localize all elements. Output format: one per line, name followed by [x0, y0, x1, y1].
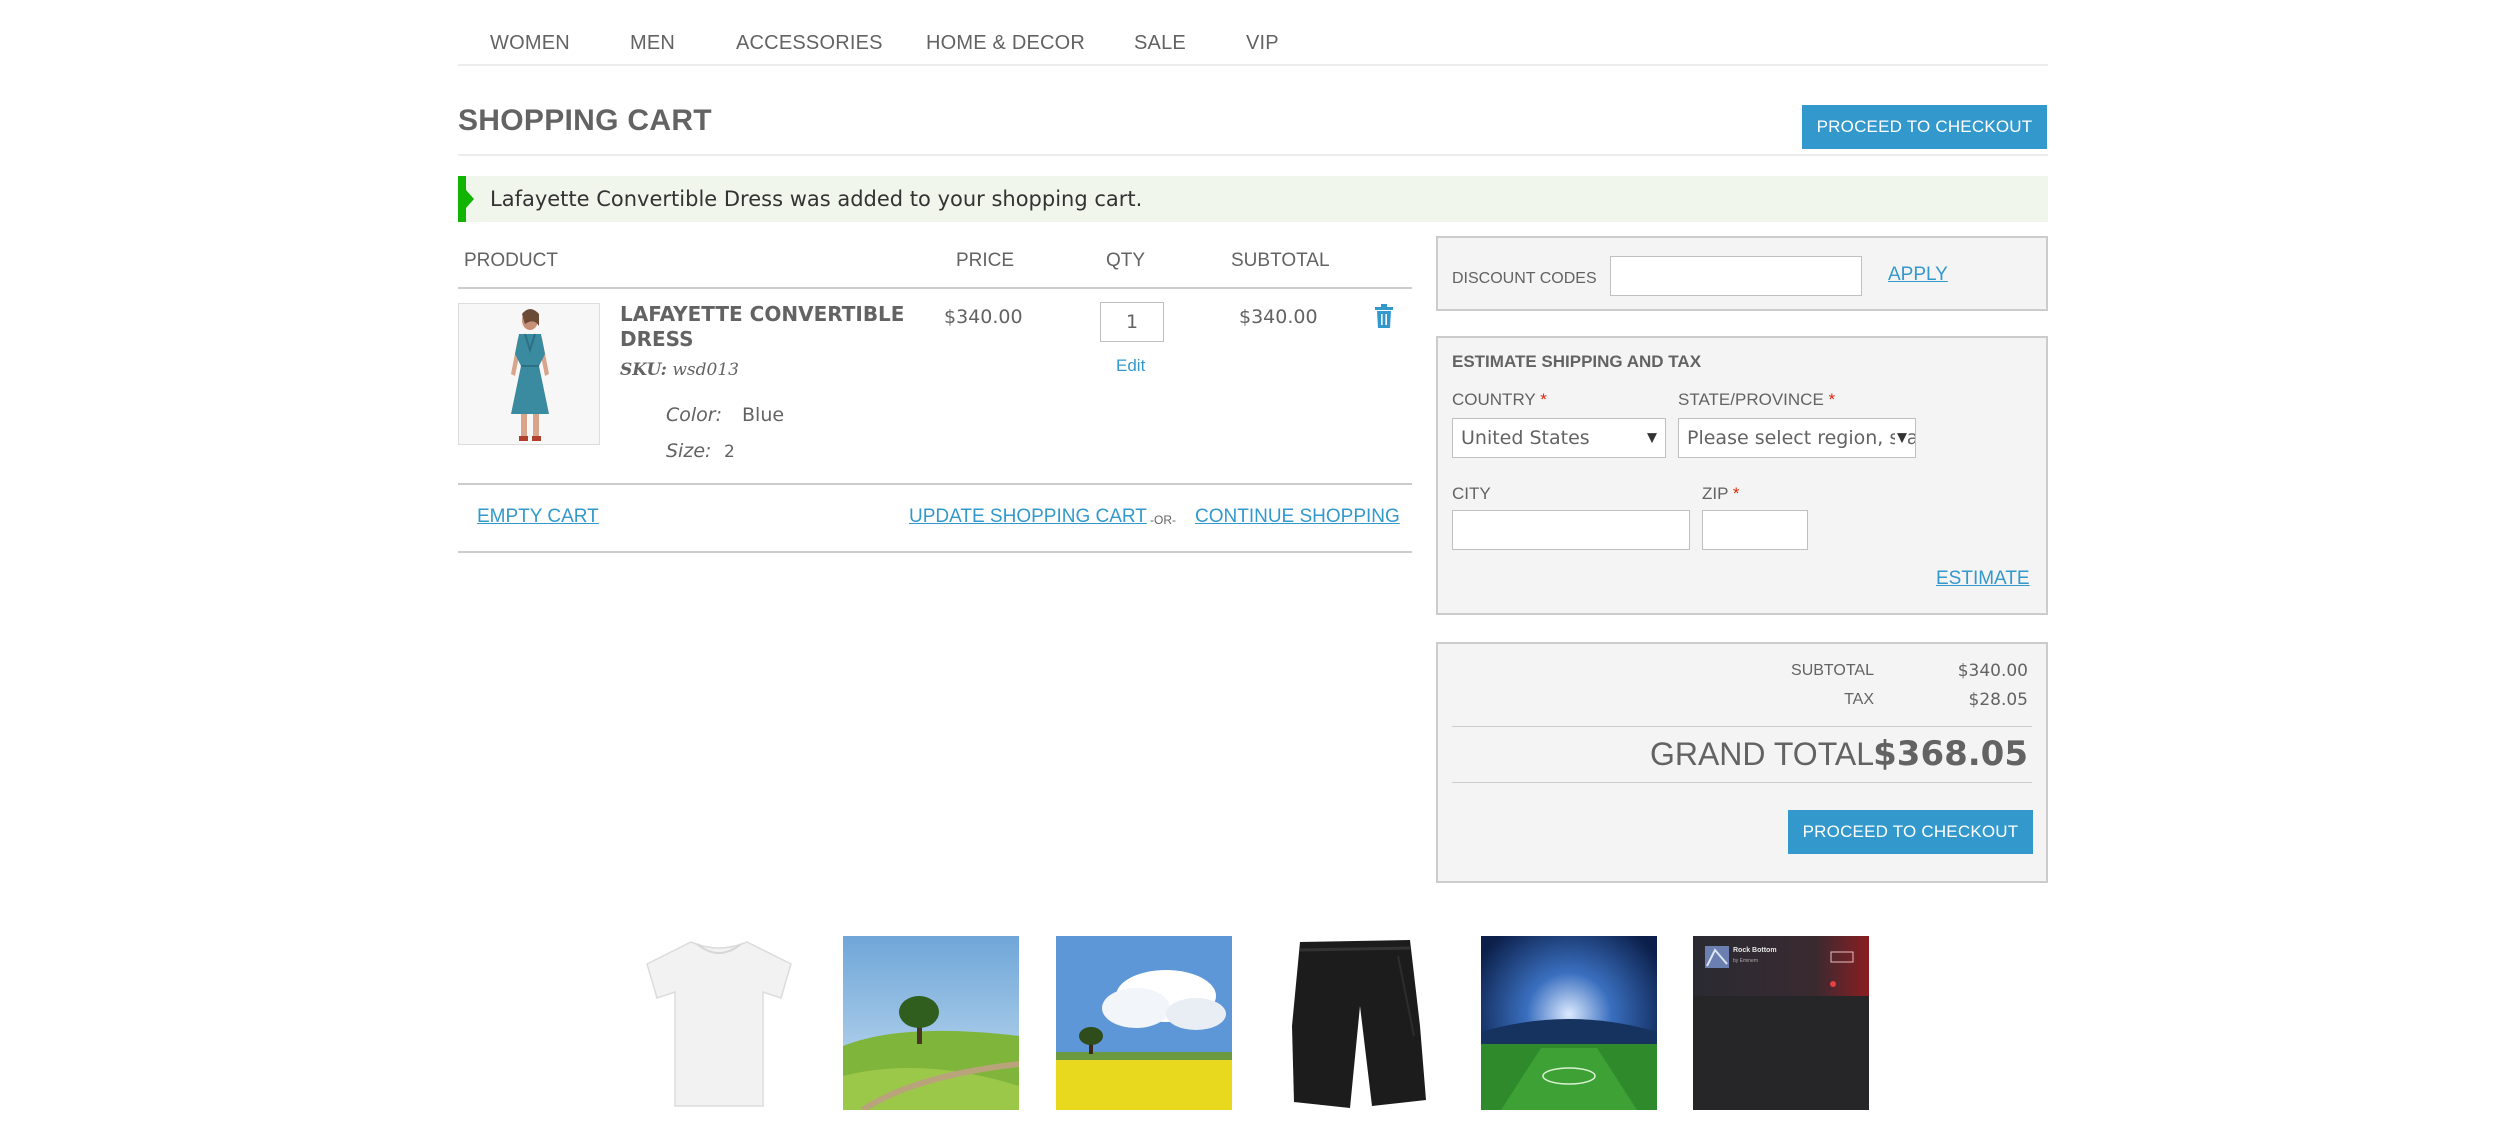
sku-label: SKU:: [620, 360, 667, 380]
dress-image: [459, 304, 599, 444]
edit-item-link[interactable]: Edit: [1116, 356, 1145, 376]
col-header-subtotal: SUBTOTAL: [1231, 250, 1330, 271]
product-sku: SKU: wsd013: [620, 360, 739, 380]
discount-panel: DISCOUNT CODES APPLY: [1436, 236, 2048, 311]
zip-label-text: ZIP: [1702, 484, 1729, 503]
required-mark: *: [1828, 390, 1836, 409]
album-image: [1693, 936, 1869, 1110]
album-title: Rock Bottom: [1733, 947, 1777, 954]
required-mark: *: [1540, 390, 1547, 409]
divider: [458, 154, 2048, 156]
thumbnail-white-tshirt[interactable]: [631, 936, 807, 1110]
divider: [458, 483, 1412, 485]
product-image[interactable]: [458, 303, 600, 445]
shorts-image: [1268, 936, 1444, 1110]
color-value: Blue: [742, 404, 785, 426]
grand-total-value: $368.05: [1873, 734, 2028, 774]
thumbnail-tree-in-field[interactable]: [1056, 936, 1232, 1110]
zip-label: ZIP *: [1702, 484, 1740, 504]
thumbnail-black-shorts[interactable]: [1268, 936, 1444, 1110]
grand-total-label: GRAND TOTAL: [1649, 736, 1874, 772]
sku-value: wsd013: [672, 360, 739, 380]
estimate-link[interactable]: ESTIMATE: [1936, 568, 2030, 590]
shipping-estimate-panel: ESTIMATE SHIPPING AND TAX COUNTRY * Unit…: [1436, 336, 2048, 615]
field-landscape-image: [1056, 936, 1232, 1110]
required-mark: *: [1732, 484, 1740, 503]
proceed-to-checkout-button[interactable]: PROCEED TO CHECKOUT: [1788, 810, 2033, 854]
divider: [1452, 782, 2032, 783]
state-label: STATE/PROVINCE *: [1678, 390, 1835, 410]
nav-item-accessories[interactable]: ACCESSORIES: [736, 32, 883, 55]
divider: [458, 287, 1412, 289]
col-header-price: PRICE: [956, 250, 1015, 271]
empty-cart-link[interactable]: EMPTY CART: [477, 506, 599, 528]
thumbnail-tree-on-hill[interactable]: [843, 936, 1019, 1110]
state-label-text: STATE/PROVINCE: [1678, 390, 1824, 409]
item-price: $340.00: [944, 306, 1023, 328]
page-title: SHOPPING CART: [458, 104, 712, 137]
tshirt-image: [631, 936, 807, 1110]
nav-item-home-decor[interactable]: HOME & DECOR: [926, 32, 1085, 55]
shipping-title: ESTIMATE SHIPPING AND TAX: [1452, 352, 1702, 371]
or-separator: -OR-: [1150, 513, 1176, 527]
continue-shopping-link[interactable]: CONTINUE SHOPPING: [1195, 506, 1400, 528]
chevron-down-icon: ▼: [1647, 430, 1657, 446]
subtotal-label: SUBTOTAL: [1791, 662, 1874, 679]
success-arrow-icon: [466, 190, 474, 208]
nav-item-men[interactable]: MEN: [630, 32, 675, 55]
quantity-input[interactable]: [1100, 302, 1164, 342]
color-label: Color:: [666, 404, 723, 426]
state-value: Please select region, state or province: [1687, 427, 1915, 449]
zip-input[interactable]: [1702, 510, 1808, 550]
country-label: COUNTRY *: [1452, 390, 1547, 410]
country-select[interactable]: United States ▼: [1452, 418, 1666, 458]
tree-landscape-image: [843, 936, 1019, 1110]
trash-icon[interactable]: [1374, 304, 1394, 328]
country-value: United States: [1461, 427, 1590, 449]
proceed-to-checkout-button-top[interactable]: PROCEED TO CHECKOUT: [1802, 105, 2047, 149]
success-message-text: Lafayette Convertible Dress was added to…: [490, 187, 1143, 211]
album-subtitle: by Eminem: [1733, 958, 1759, 964]
success-message: Lafayette Convertible Dress was added to…: [458, 176, 2048, 222]
apply-discount-link[interactable]: APPLY: [1888, 264, 1948, 286]
main-nav: WOMEN MEN ACCESSORIES HOME & DECOR SALE …: [458, 24, 2048, 66]
size-label: Size:: [666, 440, 712, 462]
nav-item-women[interactable]: WOMEN: [490, 32, 570, 55]
size-value: 2: [724, 442, 735, 462]
tax-value: $28.05: [1968, 690, 2028, 710]
nav-item-vip[interactable]: VIP: [1246, 32, 1279, 55]
thumbnail-music-album[interactable]: Rock Bottom by Eminem: [1693, 936, 1869, 1110]
update-shopping-cart-link[interactable]: UPDATE SHOPPING CART: [909, 506, 1147, 528]
discount-label: DISCOUNT CODES: [1452, 270, 1597, 287]
subtotal-value: $340.00: [1957, 661, 2028, 681]
col-header-product: PRODUCT: [464, 250, 558, 271]
discount-code-input[interactable]: [1610, 256, 1862, 296]
col-header-qty: QTY: [1106, 250, 1146, 271]
product-name[interactable]: LAFAYETTE CONVERTIBLE DRESS: [620, 302, 920, 352]
city-label: CITY: [1452, 484, 1491, 503]
cart-totals-panel: SUBTOTAL $340.00 TAX $28.05 GRAND TOTAL …: [1436, 642, 2048, 883]
state-select[interactable]: Please select region, state or province …: [1678, 418, 1916, 458]
stadium-image: [1481, 936, 1657, 1110]
divider: [1452, 726, 2032, 727]
thumbnail-stadium[interactable]: [1481, 936, 1657, 1110]
country-label-text: COUNTRY: [1452, 390, 1536, 409]
divider: [458, 551, 1412, 553]
item-subtotal: $340.00: [1239, 306, 1318, 328]
nav-item-sale[interactable]: SALE: [1134, 32, 1186, 55]
tax-label: TAX: [1844, 691, 1874, 708]
chevron-down-icon: ▼: [1895, 430, 1907, 446]
city-input[interactable]: [1452, 510, 1690, 550]
